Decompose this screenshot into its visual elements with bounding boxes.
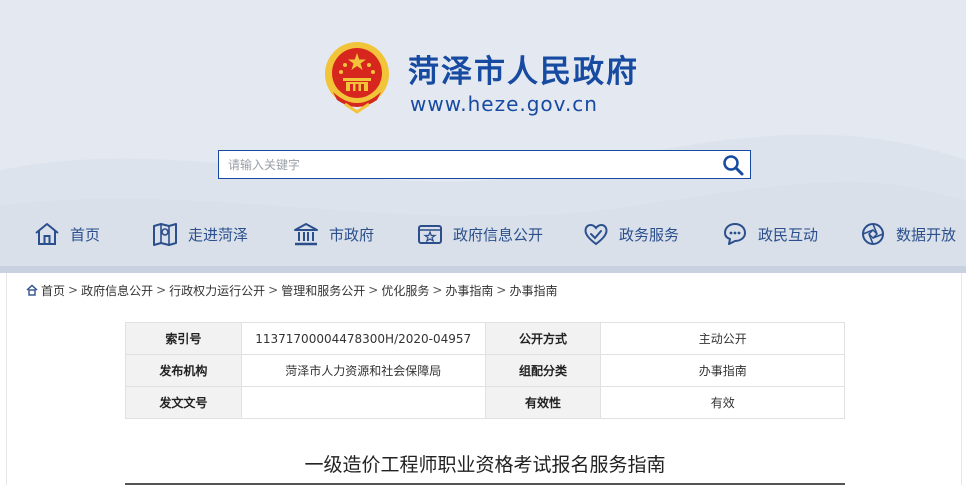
disclosure-method-value: 主动公开: [600, 322, 845, 355]
nav-item-label: 市政府: [329, 225, 375, 244]
nav-item-government-information[interactable]: 政府信息公开: [416, 212, 543, 256]
home-icon: [35, 223, 59, 245]
index-number-value: 11371700004478300H/2020-04957: [240, 322, 486, 355]
validity-label: 有效性: [484, 386, 602, 419]
breadcrumb-item[interactable]: 管理和服务公开: [281, 282, 365, 299]
breadcrumb-item[interactable]: 优化服务: [381, 282, 429, 299]
search-input[interactable]: [219, 151, 719, 178]
validity-value: 有效: [600, 386, 845, 419]
data-aperture-icon: [862, 223, 884, 245]
nav-item-label: 政府信息公开: [453, 225, 544, 244]
nav-item-label: 首页: [70, 225, 101, 244]
index-number-label: 索引号: [125, 322, 242, 355]
breadcrumb-item[interactable]: 政府信息公开: [81, 282, 153, 299]
breadcrumb: 首页 > 政府信息公开 > 行政权力运行公开 > 管理和服务公开 > 优化服务 …: [26, 282, 557, 298]
table-row: 发文文号 有效性 有效: [125, 386, 845, 419]
category-value: 办事指南: [600, 354, 845, 387]
breadcrumb-separator: >: [368, 283, 379, 297]
main-navigation: 首页 走进菏泽 市政府 政府信息公开 政务服务 政民互动 数据开放: [0, 212, 966, 256]
government-building-icon: [294, 223, 318, 246]
content-top-border: [0, 266, 966, 273]
breadcrumb-separator: >: [68, 283, 79, 297]
document-title: 一级造价工程师职业资格考试报名服务指南: [304, 454, 666, 476]
nav-item-open-data[interactable]: 数据开放: [859, 212, 956, 256]
document-number-label: 发文文号: [125, 386, 242, 419]
chat-bubble-icon: [724, 223, 746, 245]
nav-item-about-heze[interactable]: 走进菏泽: [151, 212, 248, 256]
nav-item-label: 数据开放: [896, 225, 957, 244]
search-icon[interactable]: [722, 154, 744, 176]
nav-item-public-interaction[interactable]: 政民互动: [721, 212, 818, 256]
nav-item-city-government[interactable]: 市政府: [292, 212, 374, 256]
search-bar: [218, 150, 751, 179]
site-title[interactable]: 菏泽市人民政府: [408, 52, 639, 92]
category-label: 组配分类: [484, 354, 602, 387]
table-row: 索引号 11371700004478300H/2020-04957 公开方式 主…: [125, 322, 845, 355]
table-row: 发布机构 菏泽市人力资源和社会保障局 组配分类 办事指南: [125, 354, 845, 387]
nav-item-label: 政务服务: [619, 225, 680, 244]
breadcrumb-separator: >: [496, 283, 507, 297]
document-info-table: 索引号 11371700004478300H/2020-04957 公开方式 主…: [125, 322, 845, 419]
breadcrumb-separator: >: [432, 283, 443, 297]
nav-item-label: 政民互动: [758, 225, 819, 244]
breadcrumb-item-current[interactable]: 办事指南: [509, 282, 557, 299]
publisher-label: 发布机构: [125, 354, 242, 387]
nav-item-home[interactable]: 首页: [33, 212, 100, 256]
breadcrumb-item[interactable]: 行政权力运行公开: [169, 282, 265, 299]
handshake-heart-icon: [584, 224, 608, 246]
info-card-icon: [418, 225, 442, 244]
site-url[interactable]: www.heze.gov.cn: [410, 92, 598, 116]
publisher-value: 菏泽市人力资源和社会保障局: [240, 354, 486, 387]
breadcrumb-item-home[interactable]: 首页: [41, 282, 65, 299]
disclosure-method-label: 公开方式: [484, 322, 602, 355]
breadcrumb-item[interactable]: 办事指南: [445, 282, 493, 299]
home-icon[interactable]: [26, 284, 38, 296]
national-emblem-logo[interactable]: [323, 40, 391, 114]
document-number-value: [240, 386, 486, 419]
breadcrumb-separator: >: [268, 283, 279, 297]
nav-item-government-services[interactable]: 政务服务: [582, 212, 679, 256]
site-header: 菏泽市人民政府 www.heze.gov.cn 首页 走进菏泽: [0, 0, 966, 266]
map-icon: [153, 223, 177, 246]
nav-item-label: 走进菏泽: [188, 225, 249, 244]
breadcrumb-separator: >: [156, 283, 167, 297]
